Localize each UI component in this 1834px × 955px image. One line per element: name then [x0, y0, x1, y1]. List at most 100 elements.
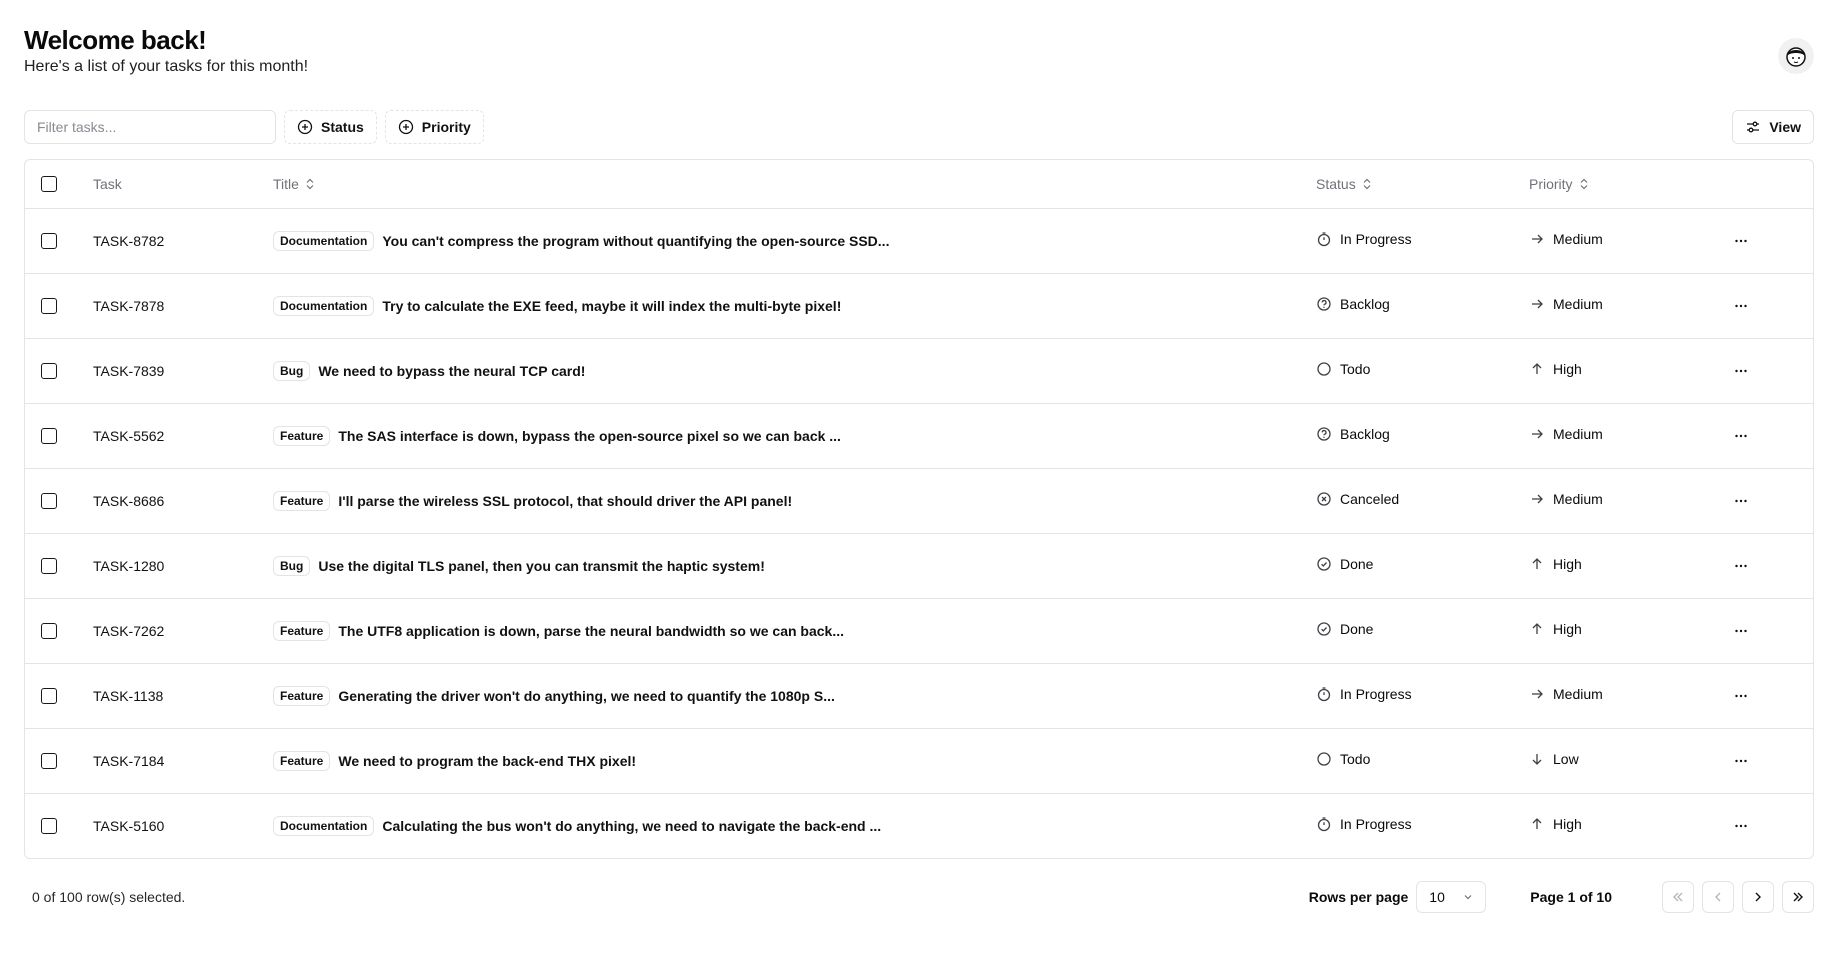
more-horizontal-icon — [1735, 434, 1747, 437]
row-select-checkbox[interactable] — [41, 298, 57, 315]
chevron-down-icon — [1464, 895, 1472, 900]
task-status: Canceled — [1316, 491, 1399, 507]
row-select-checkbox[interactable] — [41, 623, 57, 640]
header-title: Title — [273, 175, 299, 192]
arrow-right-icon — [1529, 231, 1545, 247]
more-horizontal-icon — [1735, 369, 1747, 372]
chevrons-right-icon — [1793, 892, 1803, 902]
row-actions-button[interactable] — [1725, 550, 1757, 582]
circle-icon — [1316, 361, 1332, 377]
rows-per-page-select[interactable]: 10 — [1416, 881, 1487, 913]
task-label-badge: Feature — [273, 620, 331, 641]
table-toolbar: Status Priority View — [24, 110, 1814, 144]
first-page-button[interactable] — [1662, 881, 1694, 913]
status-filter-label: Status — [321, 119, 364, 135]
row-select-checkbox[interactable] — [41, 753, 57, 770]
header-title-sort[interactable]: Title — [273, 176, 315, 192]
avatar[interactable] — [1778, 38, 1814, 74]
row-actions-button[interactable] — [1725, 225, 1757, 257]
table-row[interactable]: TASK-5160 Documentation Calculating the b… — [25, 793, 1813, 858]
page-title: Welcome back! — [24, 25, 207, 55]
task-priority: High — [1529, 816, 1582, 832]
more-horizontal-icon — [1735, 694, 1747, 697]
chevron-right-icon — [1755, 892, 1761, 902]
task-title: Use the digital TLS panel, then you can … — [318, 557, 765, 574]
task-priority: Medium — [1529, 296, 1603, 312]
task-status: Backlog — [1316, 426, 1390, 442]
previous-page-button[interactable] — [1702, 881, 1734, 913]
task-priority-label: Medium — [1553, 296, 1603, 312]
row-actions-button[interactable] — [1725, 485, 1757, 517]
task-status-label: In Progress — [1340, 686, 1412, 702]
row-actions-button[interactable] — [1725, 420, 1757, 452]
task-status: Done — [1316, 556, 1373, 572]
task-id: TASK-8782 — [93, 232, 165, 249]
table-row[interactable]: TASK-1280 Bug Use the digital TLS panel, … — [25, 533, 1813, 598]
more-horizontal-icon — [1735, 564, 1747, 567]
user-avatar-icon — [1786, 47, 1806, 67]
table-row[interactable]: TASK-7839 Bug We need to bypass the neura… — [25, 338, 1813, 403]
priority-filter-label: Priority — [421, 119, 471, 135]
task-priority-label: High — [1553, 361, 1582, 377]
table-row[interactable]: TASK-7262 Feature The UTF8 application is… — [25, 598, 1813, 663]
task-priority-label: High — [1553, 556, 1582, 572]
task-status-label: Done — [1340, 556, 1374, 572]
more-horizontal-icon — [1735, 824, 1747, 827]
table-row[interactable]: TASK-7184 Feature We need to program the … — [25, 728, 1813, 793]
row-select-checkbox[interactable] — [41, 428, 57, 445]
priority-filter-button[interactable]: Priority — [384, 110, 484, 144]
header-priority: Priority — [1529, 175, 1573, 192]
task-title: The SAS interface is down, bypass the op… — [338, 427, 841, 444]
task-priority: High — [1529, 361, 1582, 377]
task-status-label: Todo — [1340, 361, 1371, 377]
row-actions-button[interactable] — [1725, 745, 1757, 777]
table-row[interactable]: TASK-8686 Feature I'll parse the wireless… — [25, 468, 1813, 533]
filter-tasks-input[interactable] — [24, 110, 276, 144]
arrow-right-icon — [1529, 296, 1545, 312]
row-select-checkbox[interactable] — [41, 688, 57, 705]
table-row[interactable]: TASK-8782 Documentation You can't compres… — [25, 208, 1813, 273]
header-status: Status — [1316, 175, 1356, 192]
header-status-sort[interactable]: Status — [1316, 176, 1372, 192]
header-priority-sort[interactable]: Priority — [1529, 176, 1589, 192]
more-horizontal-icon — [1735, 239, 1747, 242]
last-page-button[interactable] — [1782, 881, 1814, 913]
next-page-button[interactable] — [1742, 881, 1774, 913]
more-horizontal-icon — [1735, 759, 1747, 762]
table-footer: 0 of 100 row(s) selected. Rows per page … — [24, 880, 1814, 914]
task-priority: Medium — [1529, 491, 1603, 507]
row-actions-button[interactable] — [1725, 355, 1757, 387]
table-row[interactable]: TASK-7878 Documentation Try to calculate … — [25, 273, 1813, 338]
table-row[interactable]: TASK-1138 Feature Generating the driver w… — [25, 663, 1813, 728]
view-options-button[interactable]: View — [1732, 110, 1814, 144]
task-status-label: Todo — [1340, 751, 1371, 767]
row-actions-button[interactable] — [1725, 810, 1757, 842]
task-id: TASK-7878 — [93, 297, 165, 314]
arrow-right-icon — [1529, 491, 1545, 507]
task-status: In Progress — [1316, 686, 1412, 702]
task-priority-label: Medium — [1553, 491, 1603, 507]
task-label-badge: Feature — [273, 685, 331, 706]
page-subtitle: Here's a list of your tasks for this mon… — [24, 58, 309, 75]
task-id: TASK-7184 — [93, 752, 165, 769]
arrow-up-icon — [1529, 556, 1545, 572]
row-select-checkbox[interactable] — [41, 233, 57, 250]
select-all-checkbox[interactable] — [41, 176, 57, 193]
arrow-up-icon — [1529, 621, 1545, 637]
row-select-checkbox[interactable] — [41, 558, 57, 575]
arrow-right-icon — [1529, 426, 1545, 442]
row-select-checkbox[interactable] — [41, 493, 57, 510]
status-filter-button[interactable]: Status — [284, 110, 377, 144]
row-actions-button[interactable] — [1725, 615, 1757, 647]
task-status: Done — [1316, 621, 1373, 637]
task-id: TASK-7262 — [93, 622, 165, 639]
task-status: Backlog — [1316, 296, 1390, 312]
row-select-checkbox[interactable] — [41, 818, 57, 835]
pagination: Rows per page 10 Page 1 of 10 — [1309, 881, 1814, 913]
task-status-label: Canceled — [1340, 491, 1400, 507]
timer-icon — [1316, 686, 1332, 702]
table-row[interactable]: TASK-5562 Feature The SAS interface is do… — [25, 403, 1813, 468]
row-actions-button[interactable] — [1725, 680, 1757, 712]
row-select-checkbox[interactable] — [41, 363, 57, 380]
row-actions-button[interactable] — [1725, 290, 1757, 322]
